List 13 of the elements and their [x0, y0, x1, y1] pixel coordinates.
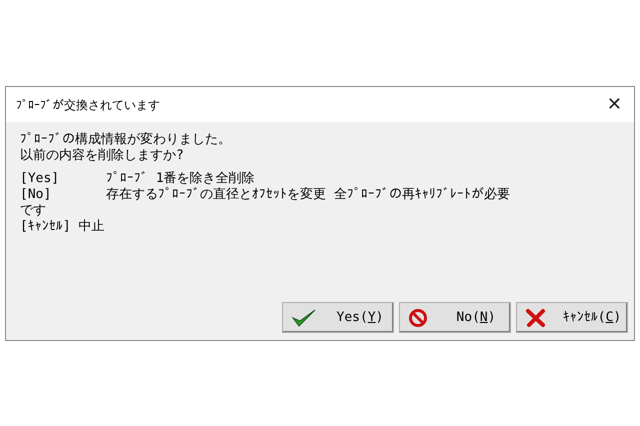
option-line: [No] 存在するﾌﾟﾛｰﾌﾞの直径とｵﾌｾｯﾄを変更 全ﾌﾟﾛｰﾌﾞの再ｷｬﾘﾌﾞﾚｰﾄが必要 — [20, 187, 510, 203]
cross-icon — [525, 308, 547, 328]
cancel-button[interactable]: ｷｬﾝｾﾙ(C) — [516, 302, 628, 333]
option-line: です — [20, 203, 46, 219]
close-button[interactable]: ✕ — [606, 91, 622, 118]
checkmark-icon — [291, 308, 317, 328]
no-button[interactable]: No(N) — [399, 302, 511, 333]
message-line: 以前の内容を削除しますか? — [20, 148, 184, 164]
window-title: ﾌﾟﾛｰﾌﾞが交換されています — [16, 96, 160, 114]
yes-button[interactable]: Yes(Y) — [282, 302, 394, 333]
option-line: [ｷｬﾝｾﾙ] 中止 — [20, 219, 104, 235]
option-line: [Yes] ﾌﾟﾛｰﾌﾞ 1番を除き全削除 — [20, 171, 255, 187]
message-line: ﾌﾟﾛｰﾌﾞの構成情報が変わりました。 — [20, 132, 231, 148]
